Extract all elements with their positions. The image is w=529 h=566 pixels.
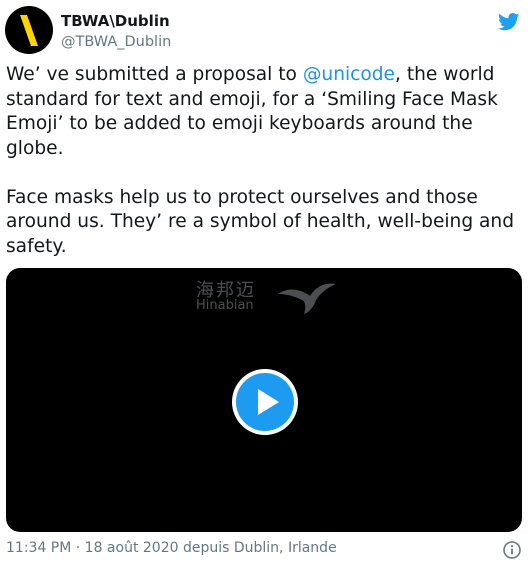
watermark: 海邦迈 Hinabian (196, 276, 346, 318)
tweet-text: We’ ve submitted a proposal to @unicode,… (6, 63, 521, 259)
avatar[interactable] (5, 6, 53, 54)
tweet-paragraph-2: Face masks help us to protect ourselves … (6, 186, 515, 257)
twitter-bird-icon[interactable] (498, 13, 520, 31)
watermark-en-text: Hinabian (196, 298, 254, 313)
play-icon (258, 389, 279, 415)
play-button[interactable] (232, 369, 298, 435)
watermark-bird-icon (278, 283, 336, 314)
video-player[interactable]: 海邦迈 Hinabian (6, 268, 522, 532)
display-name[interactable]: TBWA\Dublin (61, 12, 170, 30)
mention-link[interactable]: @unicode (303, 64, 395, 85)
tbwa-logo-icon (20, 15, 38, 46)
info-icon[interactable] (503, 541, 521, 559)
play-button-inner (236, 373, 294, 431)
tweet-timestamp[interactable]: 11:34 PM · 18 août 2020 depuis Dublin, I… (6, 540, 337, 556)
tweet-text-segment: We’ ve submitted a proposal to (6, 64, 303, 85)
tweet-paragraph-1: We’ ve submitted a proposal to @unicode,… (6, 63, 521, 161)
tweet-header: TBWA\Dublin @TBWA_Dublin (0, 0, 529, 60)
user-handle[interactable]: @TBWA_Dublin (61, 34, 171, 50)
